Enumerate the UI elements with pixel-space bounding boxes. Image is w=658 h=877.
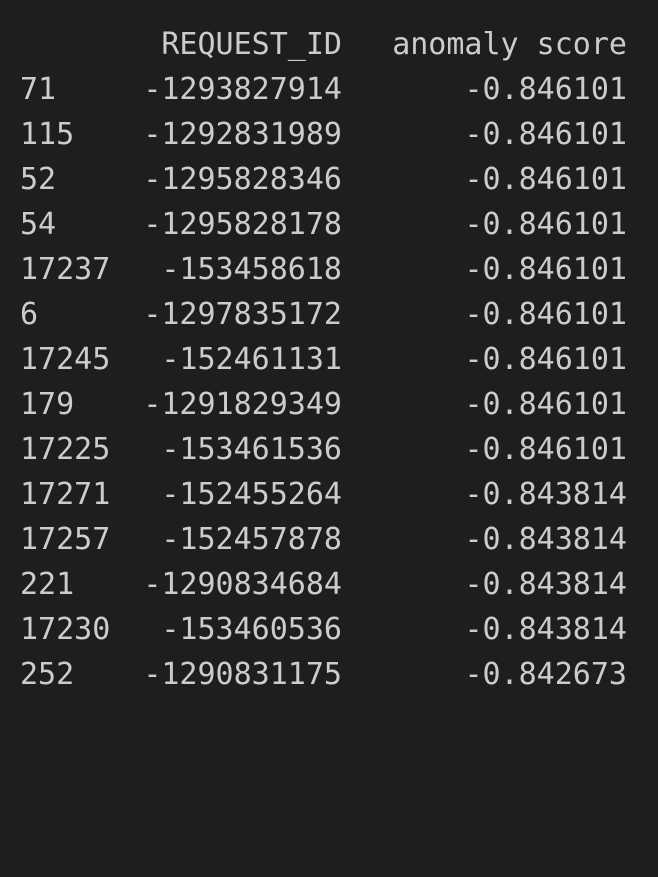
row-index: 17237	[20, 252, 111, 287]
row-index: 17225	[20, 432, 111, 467]
row-anomaly-score: -0.843814	[464, 567, 627, 602]
row-index: 17230	[20, 612, 111, 647]
row-request-id: -153458618	[161, 252, 342, 287]
row-index: 52	[20, 162, 57, 197]
row-index: 54	[20, 207, 57, 242]
row-request-id: -1290831175	[143, 657, 342, 692]
row-anomaly-score: -0.846101	[464, 387, 627, 422]
row-anomaly-score: -0.843814	[464, 612, 627, 647]
row-anomaly-score: -0.846101	[464, 162, 627, 197]
row-anomaly-score: -0.846101	[464, 72, 627, 107]
table-row: 52 -1295828346 -0.846101	[0, 157, 658, 202]
row-anomaly-score: -0.843814	[464, 522, 627, 557]
row-anomaly-score: -0.846101	[464, 432, 627, 467]
row-anomaly-score: -0.846101	[464, 207, 627, 242]
row-request-id: -1295828178	[143, 207, 342, 242]
row-anomaly-score: -0.842673	[464, 657, 627, 692]
row-index: 115	[20, 117, 75, 152]
row-request-id: -153460536	[161, 612, 342, 647]
table-row: 17225 -153461536 -0.846101	[0, 427, 658, 472]
header-request-id: REQUEST_ID	[161, 27, 342, 62]
row-index: 17271	[20, 477, 111, 512]
row-request-id: -1293827914	[143, 72, 342, 107]
row-request-id: -153461536	[161, 432, 342, 467]
table-row: 17237 -153458618 -0.846101	[0, 247, 658, 292]
row-request-id: -1292831989	[143, 117, 342, 152]
row-index: 71	[20, 72, 57, 107]
row-request-id: -1291829349	[143, 387, 342, 422]
row-anomaly-score: -0.843814	[464, 477, 627, 512]
header-anomaly-score: anomaly score	[392, 27, 627, 62]
dataframe-output: REQUEST_ID anomaly score 71 -1293827914 …	[0, 0, 658, 703]
table-row: 179 -1291829349 -0.846101	[0, 382, 658, 427]
table-row: 17271 -152455264 -0.843814	[0, 472, 658, 517]
table-row: 115 -1292831989 -0.846101	[0, 112, 658, 157]
row-index: 17245	[20, 342, 111, 377]
row-anomaly-score: -0.846101	[464, 297, 627, 332]
table-row: 17245 -152461131 -0.846101	[0, 337, 658, 382]
row-anomaly-score: -0.846101	[464, 342, 627, 377]
table-header: REQUEST_ID anomaly score	[0, 22, 658, 67]
table-row: 221 -1290834684 -0.843814	[0, 562, 658, 607]
row-index: 179	[20, 387, 75, 422]
table-row: 17257 -152457878 -0.843814	[0, 517, 658, 562]
row-request-id: -1295828346	[143, 162, 342, 197]
table-row: 54 -1295828178 -0.846101	[0, 202, 658, 247]
table-row: 6 -1297835172 -0.846101	[0, 292, 658, 337]
table-row: 71 -1293827914 -0.846101	[0, 67, 658, 112]
row-anomaly-score: -0.846101	[464, 117, 627, 152]
row-request-id: -152457878	[161, 522, 342, 557]
row-index: 6	[20, 297, 39, 332]
row-request-id: -1297835172	[143, 297, 342, 332]
table-row: 252 -1290831175 -0.842673	[0, 652, 658, 697]
row-anomaly-score: -0.846101	[464, 252, 627, 287]
row-index: 221	[20, 567, 75, 602]
row-index: 252	[20, 657, 75, 692]
row-index: 17257	[20, 522, 111, 557]
row-request-id: -152461131	[161, 342, 342, 377]
row-request-id: -152455264	[161, 477, 342, 512]
table-row: 17230 -153460536 -0.843814	[0, 607, 658, 652]
row-request-id: -1290834684	[143, 567, 342, 602]
